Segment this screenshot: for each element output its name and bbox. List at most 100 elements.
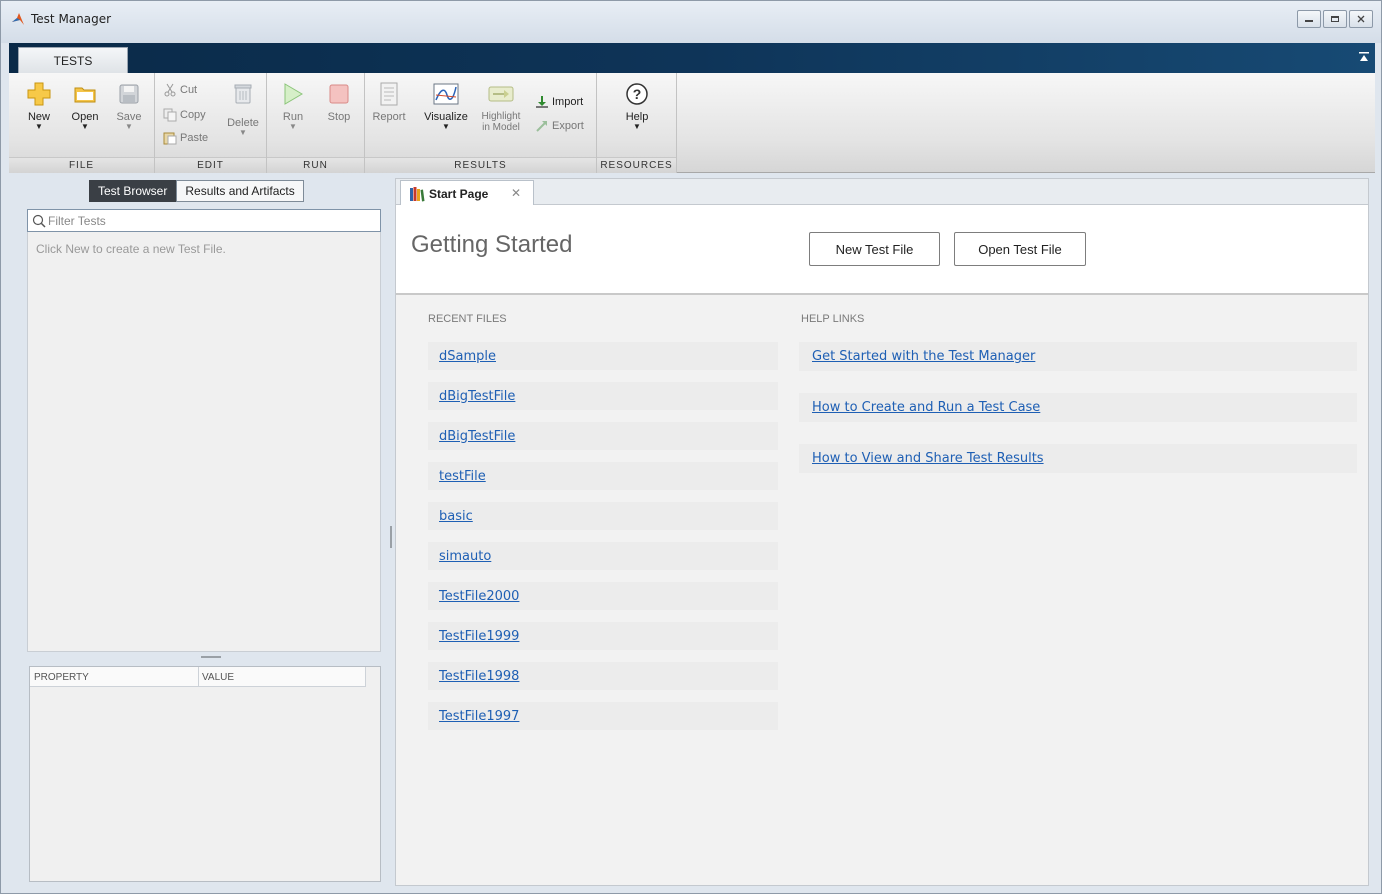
recent-file-link[interactable]: simauto — [439, 549, 491, 564]
open-button[interactable]: Open ▼ — [65, 81, 105, 131]
play-icon — [284, 83, 303, 105]
property-table: PROPERTY VALUE — [29, 666, 381, 882]
property-table-header: PROPERTY VALUE — [30, 667, 366, 687]
dropdown-arrow-icon: ▼ — [35, 122, 43, 131]
resources-group-label: RESOURCES — [597, 157, 676, 173]
cut-label: Cut — [180, 84, 198, 96]
recent-file-item: dBigTestFile — [428, 422, 778, 450]
recent-file-item: TestFile1997 — [428, 702, 778, 730]
help-link-item: How to View and Share Test Results — [799, 444, 1357, 473]
books-icon — [410, 186, 425, 201]
dropdown-arrow-icon: ▼ — [442, 122, 450, 131]
help-link[interactable]: Get Started with the Test Manager — [812, 349, 1035, 364]
trash-icon — [234, 84, 252, 104]
dropdown-arrow-icon: ▼ — [81, 122, 89, 131]
recent-file-link[interactable]: TestFile1997 — [439, 709, 519, 724]
collapse-ribbon-icon[interactable] — [1359, 51, 1369, 63]
property-column-header[interactable]: PROPERTY — [34, 672, 89, 683]
chart-icon — [433, 83, 459, 105]
copy-button[interactable]: Copy — [163, 108, 206, 122]
maximize-icon — [1331, 16, 1339, 22]
edit-group-label: EDIT — [155, 157, 266, 173]
run-button[interactable]: Run ▼ — [273, 81, 313, 131]
close-window-button[interactable] — [1349, 10, 1373, 28]
ribbon-toolstrip: New ▼ Open ▼ Save ▼ FILE Cut Copy Paste … — [9, 73, 1375, 173]
recent-file-item: TestFile1998 — [428, 662, 778, 690]
filter-tests-input[interactable] — [48, 213, 368, 228]
browser-tabs: Test Browser Results and Artifacts — [89, 180, 304, 202]
recent-files-list: dSample dBigTestFile dBigTestFile testFile b… — [428, 342, 778, 742]
recent-file-item: basic — [428, 502, 778, 530]
new-button[interactable]: New ▼ — [19, 81, 59, 131]
recent-file-item: TestFile2000 — [428, 582, 778, 610]
recent-file-item: testFile — [428, 462, 778, 490]
highlight-model-icon — [488, 86, 514, 102]
start-page-tab-label: Start Page — [429, 186, 489, 201]
export-button[interactable]: Export — [535, 119, 584, 133]
recent-file-link[interactable]: TestFile2000 — [439, 589, 519, 604]
close-tab-icon[interactable]: ✕ — [511, 186, 521, 200]
highlight-in-model-button[interactable]: Highlight in Model — [477, 81, 525, 133]
page-title: Getting Started — [411, 231, 573, 258]
stop-icon — [329, 84, 349, 104]
recent-file-link[interactable]: TestFile1998 — [439, 669, 519, 684]
run-group: Run ▼ Stop RUN — [267, 73, 365, 173]
value-column-header[interactable]: VALUE — [202, 672, 234, 683]
recent-file-link[interactable]: TestFile1999 — [439, 629, 519, 644]
recent-file-link[interactable]: dBigTestFile — [439, 429, 515, 444]
minimize-button[interactable] — [1297, 10, 1321, 28]
start-page-header: Getting Started New Test File Open Test … — [396, 205, 1368, 295]
tab-test-browser[interactable]: Test Browser — [89, 180, 177, 202]
filter-tests-box — [27, 209, 381, 232]
delete-button[interactable]: Delete ▼ — [223, 81, 263, 137]
tab-tests[interactable]: TESTS — [18, 47, 128, 73]
open-test-file-button[interactable]: Open Test File — [954, 232, 1086, 266]
test-browser-panel: Test Browser Results and Artifacts Click… — [21, 178, 387, 886]
minimize-icon — [1305, 20, 1313, 22]
file-group: New ▼ Open ▼ Save ▼ FILE — [9, 73, 155, 173]
save-button[interactable]: Save ▼ — [109, 81, 149, 131]
cut-button[interactable]: Cut — [163, 83, 197, 97]
title-bar: Test Manager — [1, 1, 1381, 43]
import-label: Import — [552, 96, 584, 108]
dropdown-arrow-icon: ▼ — [289, 122, 297, 131]
resources-group: ? Help ▼ RESOURCES — [597, 73, 677, 173]
visualize-button[interactable]: Visualize ▼ — [423, 81, 469, 131]
horizontal-splitter-handle[interactable] — [201, 656, 221, 658]
help-question-icon: ? — [626, 83, 648, 105]
clipboard-icon — [163, 131, 177, 145]
save-disk-icon — [119, 84, 139, 104]
recent-file-item: TestFile1999 — [428, 622, 778, 650]
vertical-splitter-handle[interactable] — [390, 526, 392, 548]
run-group-label: RUN — [267, 157, 364, 173]
report-label: Report — [372, 111, 406, 123]
help-button[interactable]: ? Help ▼ — [617, 81, 657, 131]
search-icon — [30, 212, 48, 230]
empty-tree-hint: Click New to create a new Test File. — [36, 242, 226, 256]
paste-button[interactable]: Paste — [163, 131, 208, 145]
report-button[interactable]: Report — [369, 81, 409, 123]
test-tree[interactable]: Click New to create a new Test File. — [27, 232, 381, 652]
tab-start-page[interactable]: Start Page ✕ — [400, 180, 534, 206]
recent-file-link[interactable]: basic — [439, 509, 473, 524]
stop-button[interactable]: Stop — [319, 81, 359, 123]
dropdown-arrow-icon: ▼ — [633, 122, 641, 131]
paste-label: Paste — [180, 132, 209, 144]
recent-file-item: dBigTestFile — [428, 382, 778, 410]
recent-file-link[interactable]: dBigTestFile — [439, 389, 515, 404]
recent-files-title: RECENT FILES — [428, 313, 507, 325]
import-button[interactable]: Import — [535, 95, 583, 109]
help-link[interactable]: How to View and Share Test Results — [812, 451, 1044, 466]
maximize-button[interactable] — [1323, 10, 1347, 28]
tab-results-and-artifacts[interactable]: Results and Artifacts — [176, 180, 304, 202]
new-test-file-button[interactable]: New Test File — [809, 232, 940, 266]
edit-group: Cut Copy Paste Delete ▼ EDIT — [155, 73, 267, 173]
recent-file-link[interactable]: testFile — [439, 469, 486, 484]
svg-text:?: ? — [633, 86, 642, 102]
import-icon — [535, 95, 549, 109]
recent-file-link[interactable]: dSample — [439, 349, 496, 364]
help-link[interactable]: How to Create and Run a Test Case — [812, 400, 1040, 415]
scissors-icon — [163, 83, 177, 97]
report-icon — [380, 82, 398, 106]
copy-label: Copy — [180, 109, 206, 121]
